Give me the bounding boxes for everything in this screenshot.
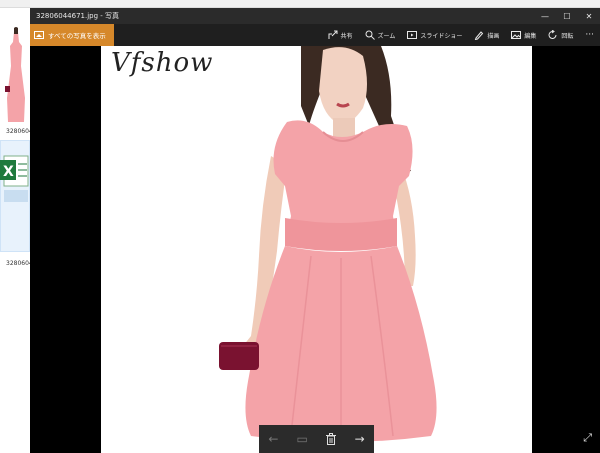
photo-viewer-image[interactable]: Vfshow [101,46,532,453]
slideshow-label: スライドショー [420,32,463,40]
edit-label: 編集 [524,32,537,40]
dress-photo-illustration [219,46,437,453]
minimize-button[interactable]: — [534,8,556,24]
explorer-topbar [0,0,600,8]
view-all-photos-label: すべての写真を表示 [48,32,106,40]
window-title: 32806044671.jpg - 写真 [36,12,120,20]
close-button[interactable]: ✕ [578,8,600,24]
fullscreen-toggle-icon[interactable]: ⤢ [583,431,592,445]
title-bar[interactable]: 32806044671.jpg - 写真 — ☐ ✕ [30,8,600,24]
zoom-icon [365,30,375,40]
photos-app-window: 32806044671.jpg - 写真 — ☐ ✕ すべての写真を表示 共有 … [30,8,600,453]
rotate-button[interactable]: 回転 [542,24,579,46]
clutch-bag [219,342,259,370]
maximize-button[interactable]: ☐ [556,8,578,24]
zoom-button[interactable]: ズーム [359,24,402,46]
zoom-label: ズーム [377,32,396,40]
rotate-label: 回転 [561,32,574,40]
svg-text:X: X [3,164,14,180]
next-photo-button[interactable]: → [351,430,369,448]
photo-gallery-icon [34,31,44,39]
draw-label: 描画 [487,32,500,40]
photo-navigation-bar: ← ▭ → [259,425,374,453]
toolbar-actions: 共有 ズーム スライドショー 描画 編集 回転 ··· [322,24,600,46]
file-thumbnail-dress[interactable] [4,26,28,124]
edit-button[interactable]: 編集 [505,24,542,46]
trash-icon [325,433,336,445]
share-label: 共有 [340,32,353,40]
pen-icon [474,30,484,40]
excel-file-icon[interactable]: X [0,148,30,208]
delete-button[interactable] [322,430,340,448]
slideshow-button[interactable]: スライドショー [401,24,468,46]
view-all-photos-button[interactable]: すべての写真を表示 [30,24,114,46]
share-button[interactable]: 共有 [322,24,359,46]
previous-photo-button[interactable]: ← [264,430,282,448]
rotate-icon [548,30,558,40]
slideshow-small-button[interactable]: ▭ [293,430,311,448]
draw-button[interactable]: 描画 [468,24,505,46]
edit-photo-icon [511,30,522,40]
more-options-button[interactable]: ··· [579,30,600,40]
photo-toolbar: すべての写真を表示 共有 ズーム スライドショー 描画 編集 回転 ··· [30,24,600,46]
slideshow-icon [407,30,418,40]
share-icon [328,30,338,40]
